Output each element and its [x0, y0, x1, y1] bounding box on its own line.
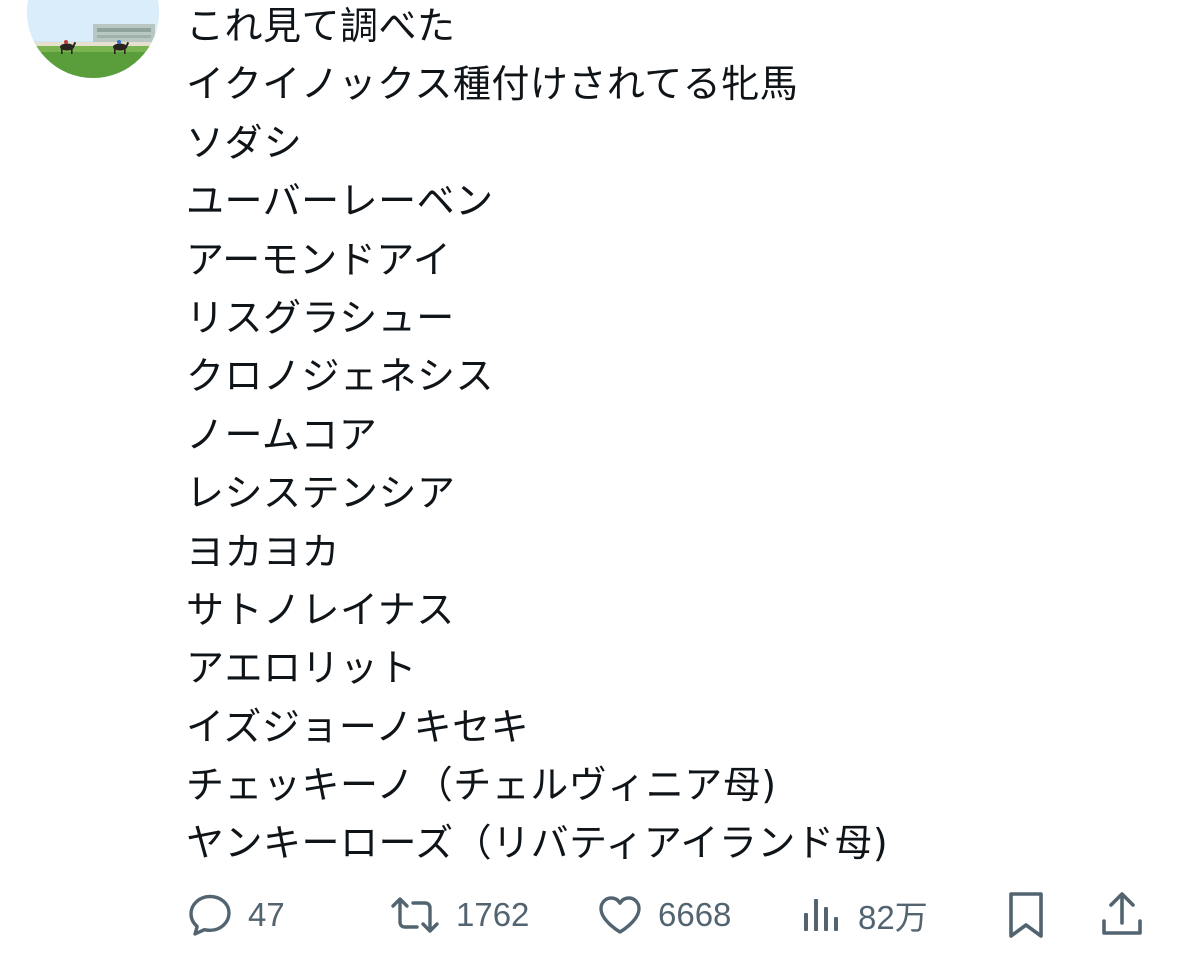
retweet-icon [388, 891, 442, 939]
share-button[interactable] [1098, 888, 1146, 942]
tweet-line: クロノジェネシス [186, 354, 495, 399]
like-count: 6668 [658, 896, 732, 933]
reply-icon [186, 891, 234, 939]
tweet-line: リスグラシュー [186, 295, 455, 340]
tweet-line: これ見て調べた [186, 4, 456, 48]
tweet-line: イズジョーノキセキ [186, 704, 530, 749]
tweet-line: アーモンドアイ [186, 237, 452, 282]
reply-button[interactable]: 47 [186, 888, 285, 942]
tweet-line: ソダシ [186, 120, 303, 165]
retweet-button[interactable]: 1762 [388, 888, 529, 942]
heart-icon [596, 891, 644, 939]
tweet-line: サトノレイナス [186, 587, 455, 632]
like-button[interactable]: 6668 [596, 888, 731, 942]
tweet-line: アエロリット [186, 646, 418, 691]
tweet-line: ユーバーレーベン [186, 179, 494, 224]
avatar-image [27, 0, 159, 78]
tweet-text: これ見て調べた イクイノックス種付けされてる牝馬 ソダシ ユーバーレーベン アー… [186, 0, 888, 873]
bookmark-icon [1004, 889, 1048, 941]
reply-count: 47 [248, 896, 285, 933]
bookmark-button[interactable] [1004, 888, 1048, 942]
share-icon [1098, 889, 1146, 941]
tweet-line: イクイノックス種付けされてる牝馬 [186, 62, 799, 107]
tweet-line: ヨカヨカ [186, 529, 341, 574]
views-count: 82万 [858, 899, 928, 936]
tweet-line: ノームコア [186, 412, 378, 457]
avatar[interactable] [27, 0, 159, 78]
views-icon [800, 891, 844, 939]
retweet-count: 1762 [456, 896, 530, 933]
tweet-line: レシステンシア [186, 471, 456, 516]
tweet-line: チェッキーノ（チェルヴィニア母) [186, 763, 777, 808]
views-button[interactable]: 82万 [800, 888, 928, 942]
tweet-line: ヤンキーローズ（リバティアイランド母) [186, 821, 889, 866]
